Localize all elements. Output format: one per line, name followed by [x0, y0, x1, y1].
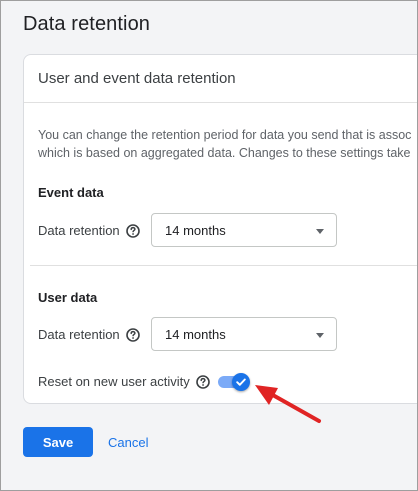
save-button[interactable]: Save [23, 427, 93, 457]
chevron-down-icon [316, 333, 324, 338]
arrow-icon [255, 385, 321, 423]
event-retention-label: Data retention [38, 223, 120, 238]
cancel-button[interactable]: Cancel [105, 427, 151, 457]
event-retention-value: 14 months [165, 223, 226, 238]
help-icon[interactable] [125, 327, 140, 342]
user-retention-value: 14 months [165, 327, 226, 342]
page-title: Data retention [23, 13, 151, 35]
reset-activity-toggle[interactable] [217, 373, 253, 391]
toggle-thumb [232, 373, 250, 391]
user-retention-label-row: Data retention [38, 327, 140, 342]
section-divider [30, 265, 417, 266]
card-header: User and event data retention [24, 55, 417, 103]
help-icon[interactable] [125, 223, 140, 238]
help-icon[interactable] [195, 374, 210, 389]
user-retention-select[interactable]: 14 months [151, 317, 337, 351]
event-retention-label-row: Data retention [38, 223, 140, 238]
event-retention-select[interactable]: 14 months [151, 213, 337, 247]
user-data-title: User data [38, 290, 98, 305]
user-retention-label: Data retention [38, 327, 120, 342]
chevron-down-icon [316, 229, 324, 234]
description-line-2: which is based on aggregated data. Chang… [38, 146, 411, 160]
retention-card: User and event data retention You can ch… [23, 54, 417, 404]
data-retention-page: Data retention User and event data reten… [0, 0, 418, 491]
description-line-1: You can change the retention period for … [38, 128, 412, 142]
reset-activity-label: Reset on new user activity [38, 374, 190, 389]
retention-description: You can change the retention period for … [38, 126, 417, 162]
event-data-title: Event data [38, 185, 104, 200]
card-title: User and event data retention [38, 70, 236, 87]
reset-activity-row: Reset on new user activity [38, 374, 210, 389]
check-icon [236, 378, 246, 386]
